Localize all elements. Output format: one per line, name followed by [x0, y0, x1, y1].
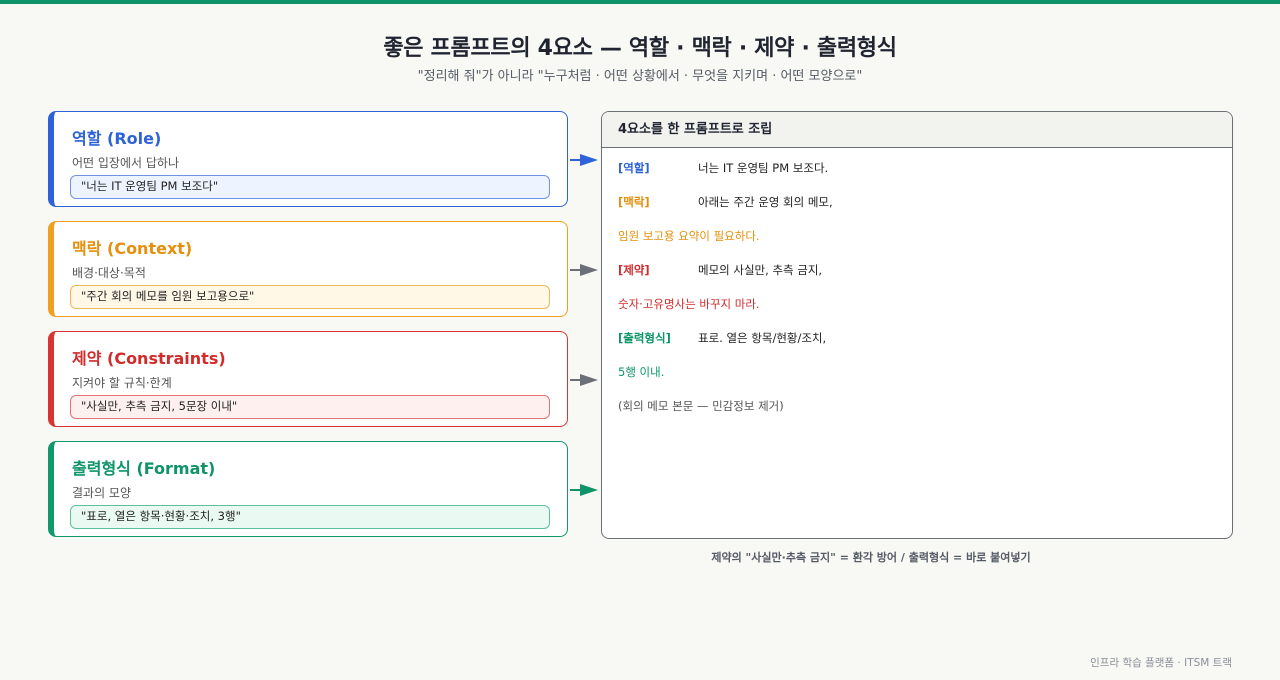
arrow-constraints — [570, 374, 598, 386]
footer-credit: 인프라 학습 플랫폼 · ITSM 트랙 — [1090, 657, 1232, 669]
line-constraints-1: 메모의 사실만, 추측 금지, — [698, 263, 823, 277]
line-format-1: 표로. 열은 항목/현황/조치, — [698, 331, 827, 345]
line-format-2: 5행 이내. — [618, 365, 665, 379]
tag-format: [출력형식] — [618, 331, 671, 345]
line-context-2: 임원 보고용 요약이 필요하다. — [618, 229, 760, 243]
arrow-role — [570, 154, 598, 166]
assembled-prompt-panel: 4요소를 한 프롬프트로 조립 [역할] 너는 IT 운영팀 PM 보조다. [… — [601, 111, 1233, 539]
line-context-1: 아래는 주간 운영 회의 메모, — [698, 195, 833, 209]
line-constraints-2: 숫자·고유명사는 바꾸지 마라. — [618, 297, 760, 311]
tag-constraints: [제약] — [618, 263, 650, 277]
tag-context: [맥락] — [618, 195, 650, 209]
arrow-format — [570, 484, 598, 496]
arrow-context — [570, 264, 598, 276]
line-memo-body: (회의 메모 본문 — 민감정보 제거) — [618, 399, 784, 413]
line-role: 너는 IT 운영팀 PM 보조다. — [698, 161, 829, 175]
panel-heading: 4요소를 한 프롬프트로 조립 — [602, 112, 1232, 148]
panel-caption: 제약의 "사실만·추측 금지" = 환각 방어 / 출력형식 = 바로 붙여넣기 — [711, 551, 1031, 564]
tag-role: [역할] — [618, 161, 650, 175]
